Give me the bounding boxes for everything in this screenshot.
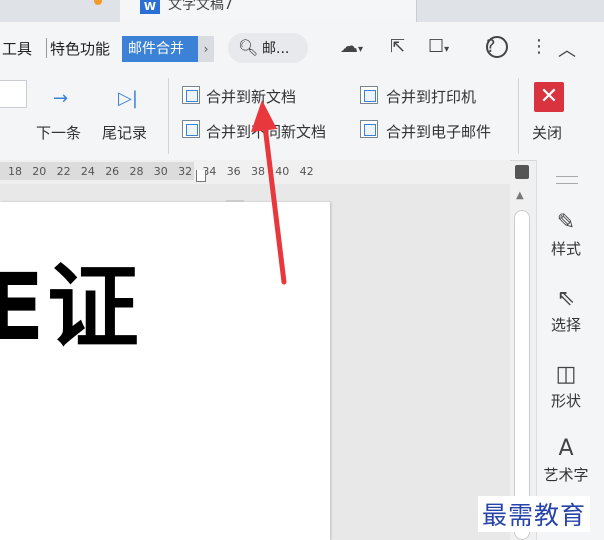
document-tab-title[interactable]: 文字文稿7 <box>168 0 233 14</box>
cloud-sync-icon[interactable]: ☁▾ <box>340 36 363 57</box>
menu-divider <box>46 38 47 58</box>
wordart-icon[interactable]: A <box>546 436 586 461</box>
writer-doc-icon: W <box>140 0 160 14</box>
document-heading-text[interactable]: E证 <box>0 262 141 354</box>
scrollbar-thumb[interactable] <box>514 210 530 540</box>
merge-to-printer-button[interactable]: 合并到打印机 <box>386 86 476 107</box>
panel-item-shapes[interactable]: 形状 <box>536 390 596 411</box>
record-number-field[interactable] <box>0 80 27 108</box>
search-icon: 🔍︎ <box>238 38 259 57</box>
toolbar-divider <box>518 78 519 154</box>
panel-item-select[interactable]: 选择 <box>536 314 596 335</box>
ruler-tick-label: 28 <box>129 165 144 178</box>
ruler-tick-label: 22 <box>56 165 71 178</box>
tab-features[interactable]: 特色功能 <box>50 38 110 59</box>
merge-new-doc-icon[interactable] <box>182 86 200 104</box>
scroll-up-icon[interactable]: ▲ <box>516 190 524 201</box>
scroll-split-icon[interactable] <box>515 165 529 179</box>
ruler-tick-label: 18 <box>8 165 22 178</box>
ruler-tick-label: 26 <box>105 165 120 178</box>
merge-diff-doc-icon[interactable] <box>182 120 200 138</box>
merge-to-new-doc-button[interactable]: 合并到新文档 <box>206 86 296 107</box>
panel-item-wordart[interactable]: 艺术字 <box>536 464 596 485</box>
indent-marker[interactable] <box>196 170 206 182</box>
email-icon[interactable] <box>360 120 378 138</box>
last-record-button[interactable]: 尾记录 <box>102 122 147 143</box>
last-record-icon[interactable]: ▷| <box>118 88 138 109</box>
ruler-tick-label: 24 <box>80 165 95 178</box>
close-icon[interactable]: ✕ <box>534 82 564 112</box>
search-label[interactable]: 邮... <box>262 38 289 58</box>
help-icon-ring <box>486 36 508 58</box>
layout-icon[interactable]: ☐▾ <box>428 36 449 57</box>
shapes-icon[interactable]: ◫ <box>546 362 586 387</box>
cursor-icon[interactable]: ⇖ <box>546 286 586 311</box>
printer-icon[interactable] <box>360 86 378 104</box>
next-record-icon[interactable]: → <box>53 88 68 109</box>
page-corner-mark <box>226 200 244 202</box>
ruler-tick-label: 36 <box>226 165 241 178</box>
document-tab[interactable] <box>120 0 417 22</box>
more-options-icon[interactable]: ⋮ <box>530 36 548 57</box>
ruler-tick-label: 30 <box>153 165 168 178</box>
panel-drag-handle[interactable] <box>556 176 578 184</box>
pen-icon[interactable]: ✎ <box>546 210 586 235</box>
watermark-text: 最需教育 <box>478 496 591 532</box>
tab-mail-merge[interactable]: 邮件合并 <box>122 36 198 62</box>
next-record-button[interactable]: 下一条 <box>36 122 81 143</box>
close-button[interactable]: 关闭 <box>532 122 562 143</box>
merge-to-different-docs-button[interactable]: 合并到不同新文档 <box>206 121 326 142</box>
ruler-tick-label: 20 <box>32 165 47 178</box>
mail-merge-toolbar <box>0 72 604 161</box>
ruler-tick-label: 42 <box>299 165 314 178</box>
ruler-tick-label: 40 <box>275 165 290 178</box>
panel-item-style[interactable]: 样式 <box>536 238 596 259</box>
merge-to-email-button[interactable]: 合并到电子邮件 <box>386 121 491 142</box>
ruler-tick-label: 32 <box>178 165 193 178</box>
toolbar-divider <box>168 78 169 154</box>
ruler-tick-label: 38 <box>251 165 265 178</box>
tab-scroll-right-button[interactable]: › <box>198 36 214 62</box>
tab-tools[interactable]: 工具 <box>2 38 32 59</box>
share-icon[interactable]: ⇱ <box>390 36 405 57</box>
collapse-ribbon-icon[interactable]: ︿ <box>558 36 576 62</box>
document-page[interactable] <box>0 202 330 540</box>
